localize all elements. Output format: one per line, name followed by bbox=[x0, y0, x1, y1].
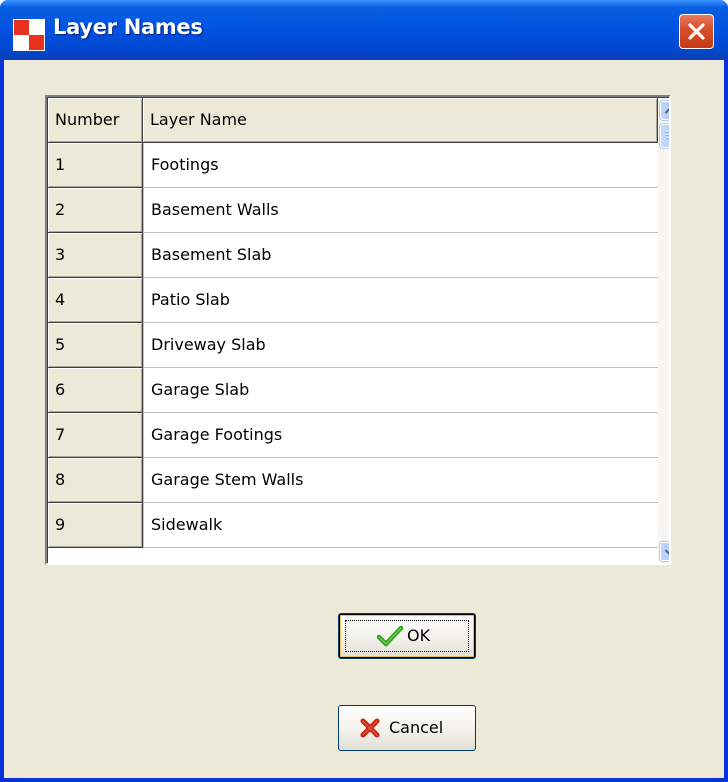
layer-name-cell[interactable]: Sidewalk bbox=[143, 503, 658, 548]
column-header-layer-name[interactable]: Layer Name bbox=[143, 98, 658, 143]
scroll-down-button[interactable] bbox=[660, 542, 669, 561]
scroll-thumb[interactable] bbox=[660, 124, 669, 148]
table-row[interactable]: 6 Garage Slab bbox=[48, 368, 658, 413]
close-button[interactable] bbox=[679, 14, 714, 49]
table-row[interactable]: 7 Garage Footings bbox=[48, 413, 658, 458]
layer-name-cell[interactable]: Footings bbox=[143, 143, 658, 188]
layer-names-dialog: Layer Names Number Layer Name 1 Footings… bbox=[0, 0, 728, 782]
table-row[interactable]: 2 Basement Walls bbox=[48, 188, 658, 233]
chevron-down-icon bbox=[664, 549, 669, 555]
layer-name-cell[interactable]: Basement Slab bbox=[143, 233, 658, 278]
column-header-number[interactable]: Number bbox=[48, 98, 143, 143]
scroll-up-button[interactable] bbox=[660, 101, 669, 120]
table-row[interactable]: 9 Sidewalk bbox=[48, 503, 658, 548]
layer-name-cell[interactable]: Driveway Slab bbox=[143, 323, 658, 368]
ok-button[interactable]: OK bbox=[338, 613, 476, 659]
dialog-body: Number Layer Name 1 Footings 2 Basement … bbox=[4, 60, 724, 778]
table-row[interactable]: 5 Driveway Slab bbox=[48, 323, 658, 368]
table-row[interactable]: 8 Garage Stem Walls bbox=[48, 458, 658, 503]
layer-name-cell[interactable]: Garage Footings bbox=[143, 413, 658, 458]
grid-header-row: Number Layer Name bbox=[48, 98, 658, 143]
x-icon bbox=[360, 718, 380, 738]
layer-name-cell[interactable]: Patio Slab bbox=[143, 278, 658, 323]
table-row[interactable]: 3 Basement Slab bbox=[48, 233, 658, 278]
layer-name-cell[interactable]: Basement Walls bbox=[143, 188, 658, 233]
row-number[interactable]: 9 bbox=[48, 503, 143, 548]
row-number[interactable]: 8 bbox=[48, 458, 143, 503]
layer-grid[interactable]: Number Layer Name 1 Footings 2 Basement … bbox=[45, 95, 671, 565]
row-number[interactable]: 6 bbox=[48, 368, 143, 413]
app-icon bbox=[13, 19, 45, 51]
row-number[interactable]: 3 bbox=[48, 233, 143, 278]
cancel-button-label: Cancel bbox=[389, 718, 444, 737]
checkmark-icon bbox=[377, 625, 403, 647]
row-number[interactable]: 1 bbox=[48, 143, 143, 188]
table-row[interactable]: 4 Patio Slab bbox=[48, 278, 658, 323]
row-number[interactable]: 2 bbox=[48, 188, 143, 233]
layer-name-cell[interactable]: Garage Slab bbox=[143, 368, 658, 413]
window-title: Layer Names bbox=[53, 15, 203, 39]
layer-name-cell[interactable]: Garage Stem Walls bbox=[143, 458, 658, 503]
title-bar[interactable]: Layer Names bbox=[0, 0, 728, 60]
row-number[interactable]: 4 bbox=[48, 278, 143, 323]
ok-button-label: OK bbox=[407, 626, 431, 645]
row-number[interactable]: 7 bbox=[48, 413, 143, 458]
close-icon bbox=[688, 23, 705, 40]
vertical-scrollbar[interactable] bbox=[658, 98, 669, 563]
table-row[interactable]: 1 Footings bbox=[48, 143, 658, 188]
cancel-button[interactable]: Cancel bbox=[338, 705, 476, 751]
chevron-up-icon bbox=[664, 108, 669, 114]
row-number[interactable]: 5 bbox=[48, 323, 143, 368]
